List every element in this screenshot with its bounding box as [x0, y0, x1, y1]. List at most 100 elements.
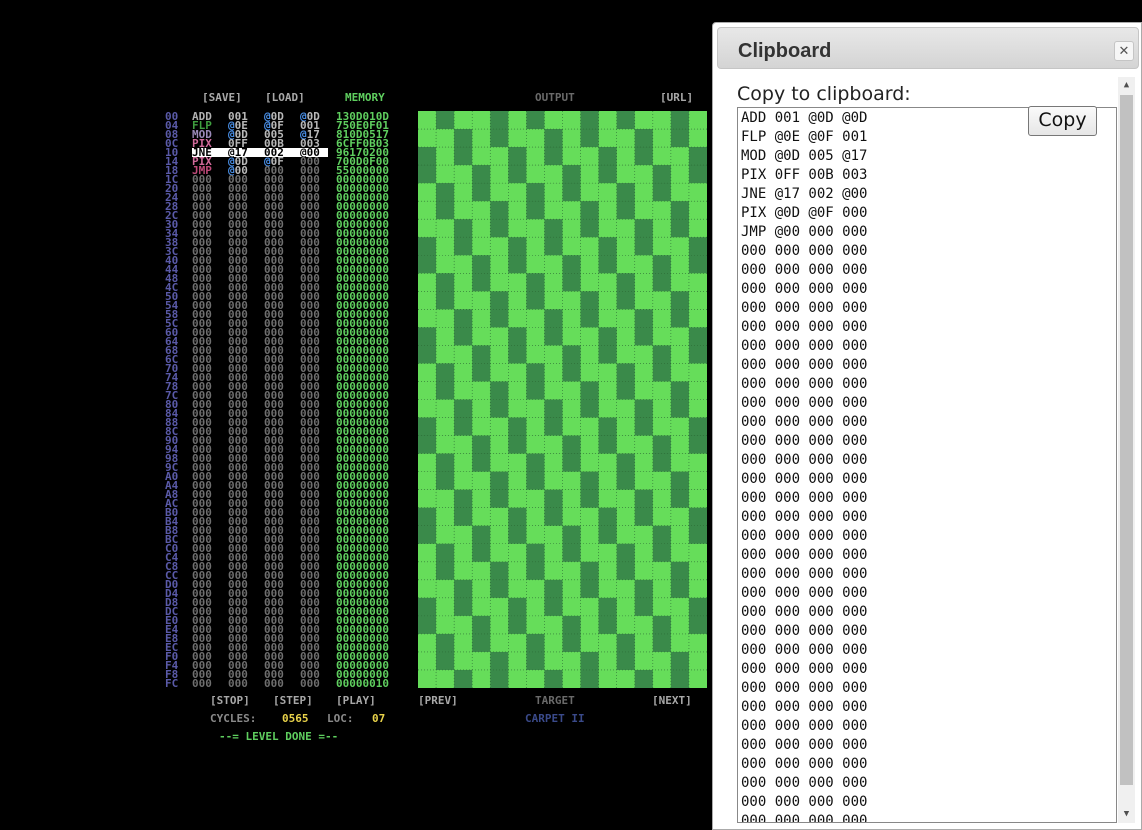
output-pixel — [652, 291, 672, 310]
output-pixel — [436, 669, 455, 688]
output-pixel — [472, 255, 491, 274]
output-pixel — [580, 327, 599, 346]
close-icon[interactable]: ✕ — [1114, 41, 1134, 61]
output-pixel — [526, 489, 545, 508]
output-pixel — [436, 435, 455, 454]
save-button[interactable]: [SAVE] — [202, 92, 242, 103]
output-pixel — [472, 615, 491, 635]
output-pixel — [652, 309, 672, 328]
output-pixel — [580, 597, 599, 617]
output-pixel — [634, 255, 654, 274]
output-pixel — [598, 525, 617, 545]
output-pixel — [580, 651, 599, 671]
memory-value[interactable]: 00000010 — [336, 678, 389, 689]
output-pixel — [544, 273, 563, 292]
output-pixel — [508, 597, 527, 617]
output-pixel — [652, 417, 672, 436]
output-pixel — [652, 147, 672, 166]
output-pixel — [508, 561, 527, 581]
output-pixel — [616, 561, 636, 581]
output-pixel — [616, 435, 636, 454]
output-pixel — [490, 201, 509, 220]
output-pixel — [562, 219, 581, 238]
output-pixel — [544, 111, 563, 130]
output-pixel — [562, 435, 581, 454]
output-pixel — [616, 669, 636, 688]
scroll-down-icon[interactable]: ▼ — [1118, 806, 1135, 823]
output-pixel — [688, 255, 707, 274]
output-pixel — [544, 435, 563, 454]
output-pixel — [634, 381, 654, 400]
output-pixel — [490, 345, 509, 364]
output-pixel — [436, 255, 455, 274]
output-pixel — [472, 111, 491, 130]
copy-to-clipboard-label: Copy to clipboard: — [737, 83, 911, 105]
output-pixel — [562, 273, 581, 292]
output-pixel — [526, 381, 545, 400]
output-pixel — [634, 489, 654, 508]
output-pixel — [634, 291, 654, 310]
opcode[interactable]: 000 — [192, 678, 212, 689]
output-pixel — [652, 129, 672, 148]
load-button[interactable]: [LOAD] — [265, 92, 305, 103]
operand-c[interactable]: 000 — [300, 678, 320, 689]
output-pixel — [544, 237, 563, 256]
output-pixel — [562, 579, 581, 599]
output-pixel — [508, 615, 527, 635]
output-pixel — [616, 507, 636, 527]
operand-a[interactable]: 000 — [228, 678, 248, 689]
stop-button[interactable]: [STOP] — [210, 695, 250, 706]
output-pixel — [652, 219, 672, 238]
output-pixel — [688, 165, 707, 184]
output-pixel — [562, 669, 581, 688]
output-pixel — [508, 381, 527, 400]
output-pixel — [472, 327, 491, 346]
dialog-scrollbar[interactable]: ▲ ▼ — [1118, 77, 1135, 823]
output-pixel — [580, 291, 599, 310]
output-pixel — [472, 381, 491, 400]
output-pixel — [688, 147, 707, 166]
output-pixel — [544, 363, 563, 382]
clipboard-textarea[interactable]: ADD 001 @0D @0D FLP @0E @0F 001 MOD @0D … — [737, 107, 1117, 823]
dialog-titlebar[interactable]: Clipboard ✕ — [717, 27, 1139, 69]
output-pixel — [634, 417, 654, 436]
output-pixel — [436, 309, 455, 328]
output-pixel — [616, 309, 636, 328]
output-pixel — [688, 363, 707, 382]
output-pixel — [580, 309, 599, 328]
output-pixel — [472, 507, 491, 527]
output-pixel — [598, 363, 617, 382]
output-pixel — [652, 111, 672, 130]
program-row[interactable]: FC 000 000 000 000 00000010 — [165, 678, 415, 689]
output-pixel — [436, 525, 455, 545]
scroll-up-icon[interactable]: ▲ — [1118, 77, 1135, 94]
output-pixel — [616, 255, 636, 274]
output-pixel — [688, 579, 707, 599]
output-pixel — [562, 111, 581, 130]
play-button[interactable]: [PLAY] — [336, 695, 376, 706]
output-pixel — [652, 579, 672, 599]
output-pixel — [598, 597, 617, 617]
step-button[interactable]: [STEP] — [273, 695, 313, 706]
output-pixel — [490, 183, 509, 202]
output-pixel — [562, 309, 581, 328]
url-button[interactable]: [URL] — [660, 92, 693, 103]
output-pixel — [490, 165, 509, 184]
operand-b[interactable]: 000 — [264, 678, 284, 689]
next-level-button[interactable]: [NEXT] — [652, 695, 692, 706]
copy-button[interactable]: Copy — [1028, 106, 1097, 136]
output-pixel — [688, 111, 707, 130]
output-pixel — [454, 453, 473, 472]
output-pixel — [634, 111, 654, 130]
output-pixel — [562, 291, 581, 310]
output-pixel — [688, 669, 707, 688]
output-pixel — [418, 291, 437, 310]
output-pixel — [418, 669, 437, 688]
output-pixel — [508, 399, 527, 418]
output-pixel — [526, 615, 545, 635]
program-listing[interactable]: 00 ADD 001 @0D @0D 130D010D 04 FLP @0E @0F 001 750E… — [165, 111, 415, 689]
output-pixel — [436, 543, 455, 563]
scrollbar-thumb[interactable] — [1120, 95, 1133, 785]
prev-level-button[interactable]: [PREV] — [418, 695, 458, 706]
output-pixel — [544, 129, 563, 148]
